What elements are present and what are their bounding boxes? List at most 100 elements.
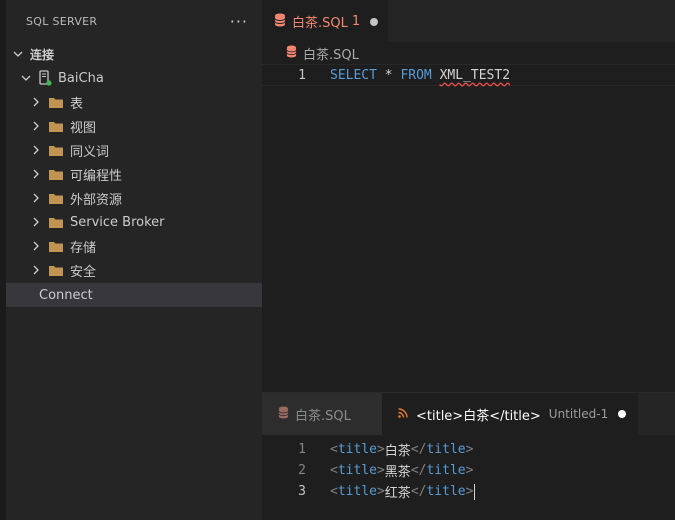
- more-actions-icon[interactable]: ···: [230, 12, 248, 31]
- xml-bracket: >: [376, 484, 385, 499]
- rss-icon: [398, 407, 408, 422]
- wildcard: *: [384, 67, 393, 83]
- folder-label: 视图: [70, 120, 97, 136]
- line-number: 3: [298, 484, 306, 499]
- xml-bracket: <: [330, 442, 338, 457]
- line-number: 1: [298, 67, 306, 83]
- folder-views[interactable]: 视图: [6, 114, 262, 138]
- chevron-right-icon: [28, 142, 44, 158]
- folder-label: 可编程性: [70, 168, 123, 184]
- folder-icon: [48, 96, 64, 109]
- folder-icon: [48, 264, 64, 277]
- code-line[interactable]: 1 < title > 白茶 </title >: [262, 439, 675, 460]
- chevron-right-icon: [28, 214, 44, 230]
- editor-tabbar: 白茶.SQL 1: [262, 0, 675, 42]
- chevron-right-icon: [28, 262, 44, 278]
- xml-tag-name: title: [337, 442, 377, 457]
- server-node-baicha[interactable]: BaiCha: [6, 66, 262, 90]
- folder-icon: [48, 168, 64, 181]
- xml-tag-name: title: [426, 442, 466, 457]
- section-connections[interactable]: 连接: [6, 42, 262, 66]
- folder-list: 表 视图 同义词 可编程性 外部资源 Service Broker 存储 安全: [6, 90, 262, 282]
- sidebar-title: SQL SERVER: [26, 14, 98, 28]
- tab-description: Untitled-1: [548, 407, 609, 421]
- unsaved-dot-icon[interactable]: [370, 17, 379, 26]
- xml-tag-name: title: [337, 484, 377, 499]
- connect-item[interactable]: Connect: [6, 283, 262, 307]
- breadcrumb-file: 白茶.SQL: [303, 47, 359, 63]
- folder-icon: [48, 216, 64, 229]
- folder-label: 安全: [70, 264, 97, 280]
- breadcrumb[interactable]: 白茶.SQL: [262, 42, 675, 64]
- xml-bracket: </: [410, 442, 427, 457]
- table-name: XML_TEST2: [439, 67, 511, 83]
- folder-label: Service Broker: [70, 214, 165, 230]
- folder-synonyms[interactable]: 同义词: [6, 138, 262, 162]
- keyword-select: SELECT: [330, 67, 377, 83]
- folder-programmability[interactable]: 可编程性: [6, 162, 262, 186]
- unsaved-dot-icon[interactable]: [618, 410, 627, 418]
- code-line[interactable]: 2 < title > 黑茶 </title >: [262, 460, 675, 481]
- line-number: 1: [298, 442, 306, 457]
- xml-tag-name: title: [426, 484, 466, 499]
- xml-text: 红茶: [384, 486, 411, 501]
- database-icon: [286, 45, 297, 62]
- xml-bracket: >: [465, 442, 474, 457]
- folder-tables[interactable]: 表: [6, 90, 262, 114]
- text-cursor: [474, 483, 476, 500]
- results-editor-group: 白茶.SQL <title>白茶</title> Untitled-1 1 < t…: [262, 392, 675, 520]
- folder-icon: [48, 144, 64, 157]
- database-icon: [278, 406, 289, 423]
- xml-tag-name: title: [337, 463, 377, 478]
- code-line[interactable]: 3 < title > 红茶 </title >: [262, 481, 675, 502]
- server-name: BaiCha: [58, 70, 104, 86]
- folder-label: 表: [70, 96, 84, 112]
- xml-bracket: >: [376, 442, 385, 457]
- chevron-right-icon: [28, 166, 44, 182]
- connect-label: Connect: [39, 287, 93, 303]
- folder-storage[interactable]: 存储: [6, 234, 262, 258]
- xml-text: 白茶: [384, 444, 411, 459]
- server-icon: [38, 70, 52, 86]
- xml-tag-name: title: [426, 463, 466, 478]
- folder-icon: [48, 192, 64, 205]
- tab-label: <title>白茶</title>: [416, 408, 541, 424]
- xml-text: 黑茶: [384, 465, 411, 480]
- chevron-down-icon: [10, 46, 26, 62]
- xml-bracket: >: [465, 463, 474, 478]
- tab-baicha-sql[interactable]: 白茶.SQL 1: [262, 0, 389, 42]
- connections-sidebar: SQL SERVER ··· 连接 BaiCha 表 视图 同义词 可编程性 外…: [0, 0, 262, 520]
- folder-label: 外部资源: [70, 192, 123, 208]
- tab-baicha-sql-secondary[interactable]: 白茶.SQL: [262, 393, 382, 435]
- folder-label: 同义词: [70, 144, 110, 160]
- xml-bracket: <: [330, 484, 338, 499]
- xml-bracket: <: [330, 463, 338, 478]
- chevron-right-icon: [28, 190, 44, 206]
- xml-bracket: </: [410, 463, 427, 478]
- problem-count: 1: [351, 14, 361, 29]
- folder-security[interactable]: 安全: [6, 258, 262, 282]
- chevron-right-icon: [28, 118, 44, 134]
- section-label: 连接: [30, 47, 55, 62]
- tab-xml-result[interactable]: <title>白茶</title> Untitled-1: [382, 393, 639, 435]
- keyword-from: FROM: [400, 67, 432, 83]
- folder-external-resources[interactable]: 外部资源: [6, 186, 262, 210]
- sql-editor-group: 白茶.SQL 1 白茶.SQL 1 SELECT * FROM XML_TEST…: [262, 0, 675, 392]
- line-number: 2: [298, 463, 306, 478]
- xml-bracket: >: [465, 484, 474, 499]
- chevron-right-icon: [28, 94, 44, 110]
- database-icon: [274, 13, 286, 31]
- results-tabbar: 白茶.SQL <title>白茶</title> Untitled-1: [262, 393, 675, 435]
- folder-icon: [48, 240, 64, 253]
- code-line[interactable]: 1 SELECT * FROM XML_TEST2: [262, 64, 675, 86]
- xml-bracket: >: [376, 463, 385, 478]
- sidebar-header: SQL SERVER ···: [6, 0, 262, 42]
- folder-icon: [48, 120, 64, 133]
- chevron-right-icon: [28, 238, 44, 254]
- chevron-down-icon: [18, 70, 34, 86]
- xml-bracket: </: [410, 484, 427, 499]
- folder-service-broker[interactable]: Service Broker: [6, 210, 262, 234]
- folder-label: 存储: [70, 240, 97, 256]
- tab-label: 白茶.SQL: [292, 16, 348, 31]
- tab-label: 白茶.SQL: [295, 408, 351, 424]
